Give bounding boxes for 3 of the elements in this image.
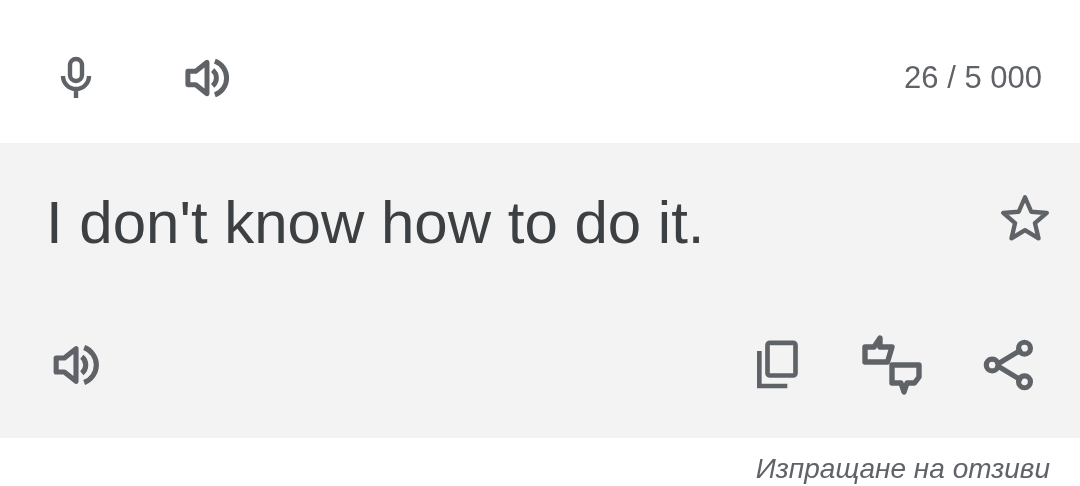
- translation-text: I don't know how to do it.: [46, 187, 705, 257]
- character-count: 26 / 5 000: [904, 59, 1042, 96]
- feedback-link[interactable]: Изпращане на отзиви: [755, 452, 1050, 486]
